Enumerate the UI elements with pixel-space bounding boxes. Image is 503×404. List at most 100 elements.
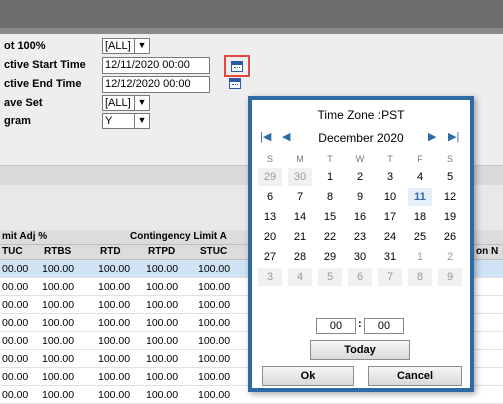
- calendar-day[interactable]: 1: [318, 168, 342, 186]
- end-calendar-button[interactable]: [229, 78, 241, 90]
- weekday-label: M: [296, 154, 304, 164]
- calendar-day[interactable]: 22: [318, 228, 342, 246]
- calendar-day[interactable]: 12: [438, 188, 462, 206]
- calendar-day[interactable]: 2: [348, 168, 372, 186]
- table-cell: 100.00: [98, 263, 131, 275]
- table-cell: 100.00: [146, 353, 179, 365]
- last-month-icon[interactable]: ▶|: [448, 130, 459, 143]
- time-inputs: 00 : 00: [316, 318, 406, 334]
- chevron-down-icon[interactable]: ▼: [134, 39, 149, 53]
- calendar-day[interactable]: 7: [288, 188, 312, 206]
- calendar-day[interactable]: 9: [438, 268, 462, 286]
- calendar-day[interactable]: 20: [258, 228, 282, 246]
- table-cell: 00.00: [2, 353, 29, 365]
- field-label: ot 100%: [4, 40, 46, 52]
- select-value: [ALL]: [105, 40, 131, 52]
- col-header-tuc[interactable]: TUC: [2, 246, 23, 257]
- calendar-day[interactable]: 30: [288, 168, 312, 186]
- calendar-day[interactable]: 30: [348, 248, 372, 266]
- calendar-day[interactable]: 4: [408, 168, 432, 186]
- calendar-day[interactable]: 16: [348, 208, 372, 226]
- calendar-day[interactable]: 26: [438, 228, 462, 246]
- table-cell: 00.00: [2, 317, 29, 329]
- minute-input[interactable]: 00: [364, 318, 404, 334]
- group-header-limit-adj: mit Adj %: [2, 231, 48, 242]
- calendar-day[interactable]: 14: [288, 208, 312, 226]
- wave-set-select[interactable]: [ALL] ▼: [102, 95, 150, 111]
- table-cell: 100.00: [42, 263, 75, 275]
- table-cell: 100.00: [198, 299, 231, 311]
- col-header-stuc[interactable]: STUC: [200, 246, 227, 257]
- not-100-select[interactable]: [ALL] ▼: [102, 38, 150, 54]
- hour-input[interactable]: 00: [316, 318, 356, 334]
- calendar-day[interactable]: 15: [318, 208, 342, 226]
- calendar-day[interactable]: 4: [288, 268, 312, 286]
- calendar-day[interactable]: 17: [378, 208, 402, 226]
- calendar-day[interactable]: 11: [408, 188, 432, 206]
- calendar-popup: Time Zone :PST |◀ ◀ December 2020 ▶ ▶| S…: [248, 96, 474, 392]
- chevron-down-icon[interactable]: ▼: [134, 96, 149, 110]
- start-time-input[interactable]: 12/11/2020 00:00: [102, 57, 210, 74]
- table-cell: 100.00: [98, 299, 131, 311]
- table-cell: 100.00: [42, 299, 75, 311]
- calendar-day[interactable]: 1: [408, 248, 432, 266]
- calendar-day[interactable]: 21: [288, 228, 312, 246]
- calendar-day[interactable]: 8: [408, 268, 432, 286]
- field-label: gram: [4, 115, 31, 127]
- calendar-day[interactable]: 28: [288, 248, 312, 266]
- table-cell: 100.00: [42, 281, 75, 293]
- ok-button[interactable]: Ok: [262, 366, 354, 386]
- table-cell: 100.00: [198, 371, 231, 383]
- weekday-label: S: [266, 154, 273, 164]
- calendar-icon: [229, 78, 241, 89]
- calendar-day[interactable]: 6: [348, 268, 372, 286]
- table-cell: 100.00: [42, 389, 75, 401]
- month-title: December 2020: [318, 131, 404, 145]
- weekday-label: T: [387, 154, 393, 164]
- calendar-day[interactable]: 18: [408, 208, 432, 226]
- calendar-day[interactable]: 3: [378, 168, 402, 186]
- calendar-body: Time Zone :PST |◀ ◀ December 2020 ▶ ▶| S…: [252, 100, 470, 388]
- chevron-down-icon[interactable]: ▼: [134, 114, 149, 128]
- calendar-day[interactable]: 25: [408, 228, 432, 246]
- today-button[interactable]: Today: [310, 340, 410, 360]
- calendar-day[interactable]: 6: [258, 188, 282, 206]
- table-cell: 100.00: [198, 263, 231, 275]
- table-cell: 100.00: [198, 389, 231, 401]
- field-row-start-time: ctive Start Time 12/11/2020 00:00: [0, 55, 300, 77]
- table-cell: 100.00: [42, 317, 75, 329]
- col-header-extra[interactable]: on N: [476, 246, 498, 257]
- table-cell: 100.00: [42, 335, 75, 347]
- cancel-button[interactable]: Cancel: [368, 366, 462, 386]
- calendar-day[interactable]: 24: [378, 228, 402, 246]
- table-cell: 100.00: [42, 353, 75, 365]
- calendar-day[interactable]: 5: [318, 268, 342, 286]
- table-cell: 00.00: [2, 263, 29, 275]
- calendar-day[interactable]: 9: [348, 188, 372, 206]
- calendar-day[interactable]: 8: [318, 188, 342, 206]
- next-month-icon[interactable]: ▶: [428, 130, 436, 143]
- calendar-day[interactable]: 29: [258, 168, 282, 186]
- calendar-day[interactable]: 23: [348, 228, 372, 246]
- calendar-day[interactable]: 31: [378, 248, 402, 266]
- calendar-icon: [231, 60, 243, 72]
- col-header-rtpd[interactable]: RTPD: [148, 246, 175, 257]
- timezone-label: Time Zone :PST: [317, 108, 405, 122]
- calendar-day[interactable]: 19: [438, 208, 462, 226]
- program-select[interactable]: Y ▼: [102, 113, 150, 129]
- calendar-day[interactable]: 13: [258, 208, 282, 226]
- calendar-day[interactable]: 29: [318, 248, 342, 266]
- col-header-rtd[interactable]: RTD: [100, 246, 121, 257]
- table-cell: 100.00: [98, 353, 131, 365]
- calendar-day[interactable]: 7: [378, 268, 402, 286]
- calendar-day[interactable]: 5: [438, 168, 462, 186]
- end-time-input[interactable]: 12/12/2020 00:00: [102, 76, 210, 93]
- calendar-day[interactable]: 2: [438, 248, 462, 266]
- calendar-day[interactable]: 10: [378, 188, 402, 206]
- calendar-day[interactable]: 3: [258, 268, 282, 286]
- start-calendar-button[interactable]: [224, 55, 250, 77]
- table-cell: 100.00: [98, 335, 131, 347]
- table-cell: 100.00: [98, 371, 131, 383]
- calendar-day[interactable]: 27: [258, 248, 282, 266]
- col-header-rtbs[interactable]: RTBS: [44, 246, 71, 257]
